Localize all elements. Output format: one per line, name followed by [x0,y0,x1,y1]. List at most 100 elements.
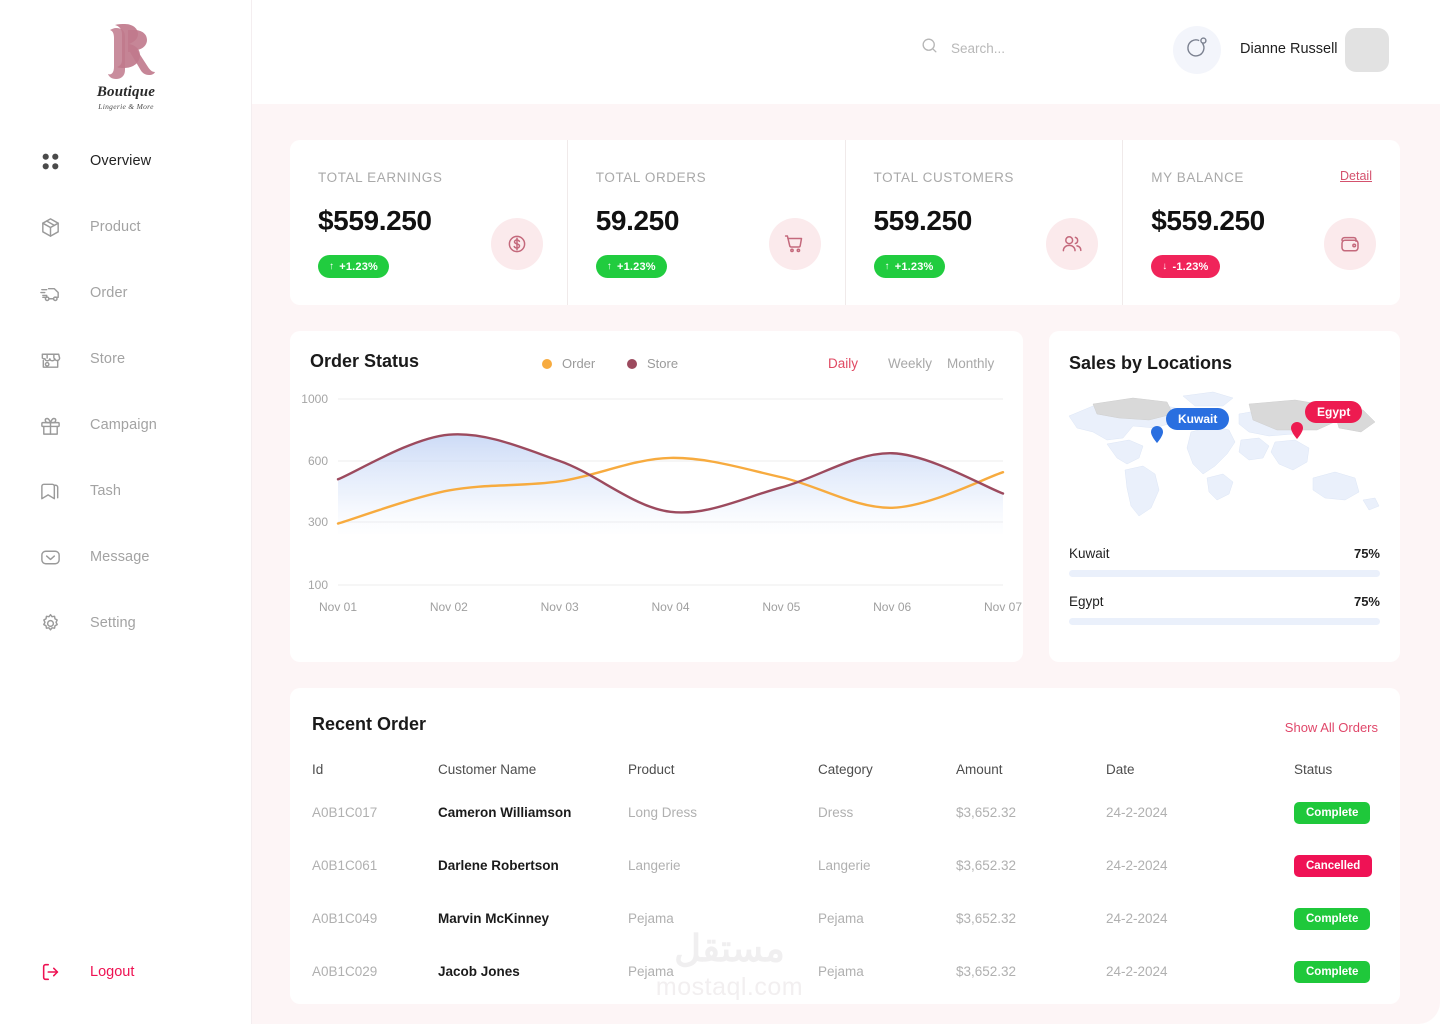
status-badge: Complete [1294,907,1371,930]
cell-amount: $3,652.32 [956,911,1017,926]
sidebar-item-label: Order [90,285,128,301]
cell-product: Langerie [628,858,681,873]
cell-status: Cancelled [1294,854,1378,877]
cell-amount: $3,652.32 [956,964,1017,979]
column-header: Product [628,761,675,777]
dashboard-root: Boutique Lingerie & More Overview Product… [0,0,1440,1024]
sidebar-item-store[interactable]: Store [0,334,252,384]
sidebar-item-order[interactable]: Order [0,268,252,318]
user-name: Dianne Russell [1240,41,1338,57]
order-status-chart: 1000600300100 Nov 01 Nov 02 Nov 03 Nov 04 No… [301,392,1022,614]
trend-arrow-icon: ↑ [606,261,612,272]
main-content: TOTAL EARNINGS $559.250 ↑ +1.23% TOTAL ORDER… [252,104,1440,1024]
x-axis-tick-label: Nov 07 [984,600,1022,614]
cell-customer: Darlene Robertson [438,858,559,873]
table-row[interactable]: A0B1C061 Darlene Robertson Langerie Langeri… [312,839,1378,892]
x-axis-tick-label: Nov 03 [541,600,579,614]
cell-customer: Marvin McKinney [438,911,550,926]
sidebar-item-overview[interactable]: Overview [0,136,252,186]
x-axis-tick-label: Nov 05 [762,600,800,614]
recent-order-panel: Recent Order Show All Orders Id Customer … [290,688,1400,1004]
cell-date: 24-2-2024 [1106,805,1168,820]
cell-amount: $3,652.32 [956,858,1017,873]
cell-status: Complete [1294,907,1378,930]
legend-label-order: Order [562,356,596,371]
stat-delta-badge: ↑ +1.23% [318,255,390,278]
stat-label: TOTAL ORDERS [595,170,707,185]
sidebar-nav: Overview Product Order Store Campaign Tash Mes… [0,136,252,664]
gift-icon [38,413,63,438]
sidebar-item-setting[interactable]: Setting [0,598,252,648]
stat-delta-badge: ↑ +1.23% [873,255,945,278]
sidebar-item-tash[interactable]: Tash [0,466,252,516]
tab-monthly[interactable]: Monthly [947,356,994,371]
status-badge: Complete [1294,960,1371,983]
brand-title: Boutique [96,84,156,100]
logout-button[interactable]: Logout [38,959,134,984]
cell-product: Pejama [628,964,674,979]
cell-id: A0B1C029 [312,964,378,979]
brand-logo[interactable]: Boutique Lingerie & More [0,22,252,111]
store-icon [38,347,63,372]
table-row[interactable]: A0B1C029 Jacob Jones Pejama Pejama $3,652.32… [312,945,1378,998]
map-pin-kuwait-icon [1151,426,1163,443]
trend-arrow-icon: ↑ [884,261,890,272]
cell-id: A0B1C061 [312,858,378,873]
cell-amount: $3,652.32 [956,805,1017,820]
cell-date: 24-2-2024 [1106,964,1168,979]
stat-delta-value: +1.23% [894,260,934,273]
chart-y-axis: 1000 600 300 100 [301,392,328,592]
chart-area-fill [338,434,1003,534]
stat-card-row: TOTAL EARNINGS $559.250 ↑ +1.23% TOTAL ORDER… [290,140,1400,305]
legend-item-order: Order [542,356,595,371]
stat-delta-value: +1.23% [616,260,656,273]
sidebar-item-label: Setting [90,615,136,631]
sidebar-item-campaign[interactable]: Campaign [0,400,252,450]
cell-product: Pejama [628,911,674,926]
location-name: Kuwait [1069,546,1110,561]
stat-card-total-earnings: TOTAL EARNINGS $559.250 ↑ +1.23% [290,140,568,305]
detail-link[interactable]: Detail [1340,169,1372,183]
search-input[interactable] [951,40,1191,56]
search-icon [920,36,939,60]
sidebar: Boutique Lingerie & More Overview Product… [0,0,252,1024]
map-pin-label-kuwait[interactable]: Kuwait [1166,408,1230,430]
sidebar-item-product[interactable]: Product [0,202,252,252]
tab-daily[interactable]: Daily [828,356,858,371]
sidebar-item-message[interactable]: Message [0,532,252,582]
recent-order-title: Recent Order [312,714,427,734]
topbar: Dianne Russell [252,0,1440,104]
order-status-panel: Order Status Order Store Daily Weekly Mo… [290,331,1023,662]
y-axis-tick-label: 1000 [301,392,328,406]
x-axis-tick-label: Nov 04 [651,600,689,614]
notification-button[interactable] [1173,26,1221,74]
sidebar-item-label: Message [90,549,150,565]
cell-category: Pejama [818,911,864,926]
map-pin-label-egypt[interactable]: Egypt [1305,401,1363,423]
avatar[interactable] [1345,28,1389,72]
location-percent: 75% [1353,546,1380,561]
column-header: Amount [956,761,1003,777]
cell-category: Pejama [818,964,864,979]
chart-x-axis: Nov 01 Nov 02 Nov 03 Nov 04 Nov 05 Nov 06 Nov … [319,600,1022,614]
stat-delta-badge: ↑ +1.23% [595,255,667,278]
table-row[interactable]: A0B1C049 Marvin McKinney Pejama Pejama $3,65… [312,892,1378,945]
cell-id: A0B1C049 [312,911,378,926]
table-row[interactable]: A0B1C017 Cameron Williamson Long Dress Dres… [312,786,1378,839]
tab-weekly[interactable]: Weekly [888,356,932,371]
order-status-title: Order Status [310,351,420,371]
location-progress-track [1069,570,1380,577]
location-progress-track [1069,618,1380,625]
stat-label: TOTAL CUSTOMERS [873,170,1015,185]
sidebar-item-label: Store [90,351,126,367]
cell-status: Complete [1294,960,1378,983]
show-all-orders-link[interactable]: Show All Orders [1285,720,1378,735]
stat-label: MY BALANCE [1151,170,1245,185]
cell-customer: Jacob Jones [438,964,520,979]
legend-dot-store [627,358,637,369]
cell-product: Long Dress [628,805,698,820]
stat-card-total-customers: TOTAL CUSTOMERS 559.250 ↑ +1.23% [846,140,1124,305]
y-axis-tick-label: 600 [308,454,328,468]
stat-delta-value: -1.23% [1172,260,1209,273]
chart-plot-area [336,433,1005,534]
